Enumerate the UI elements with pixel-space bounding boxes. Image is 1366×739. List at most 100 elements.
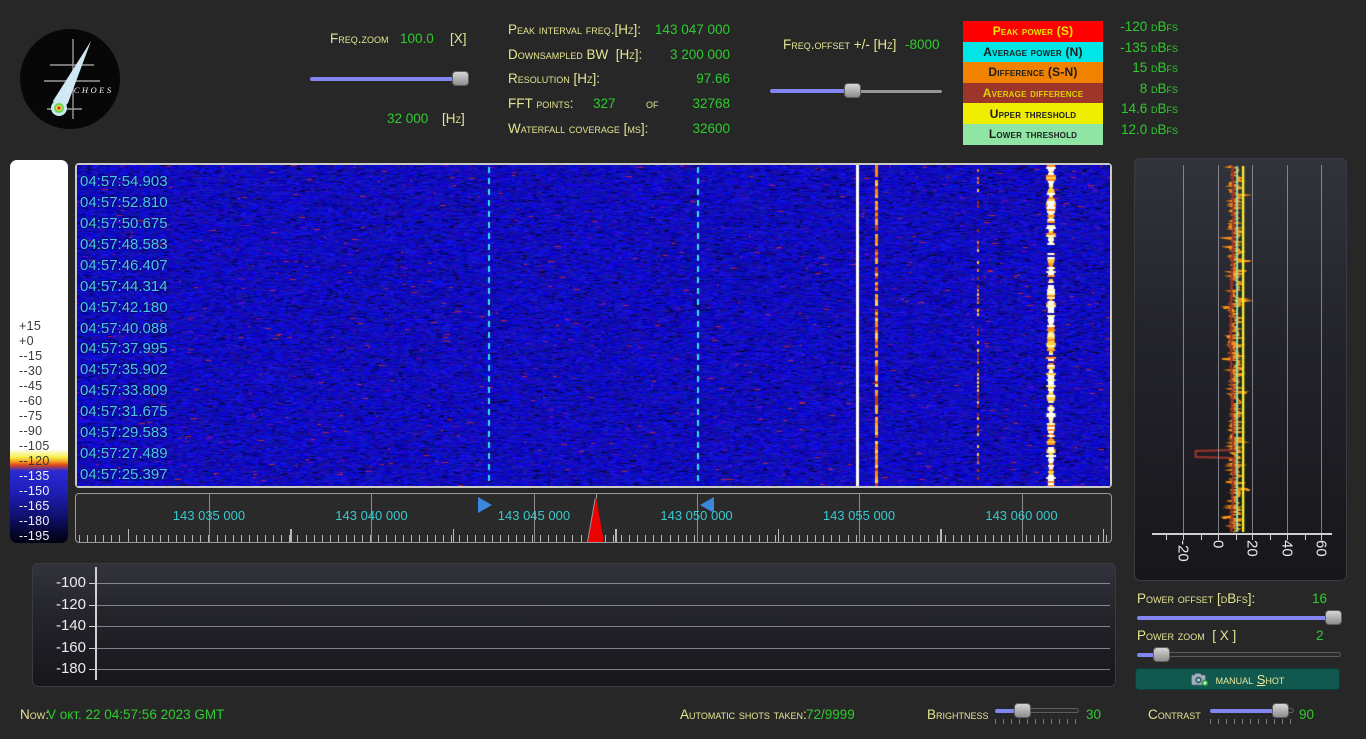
ruler-minor-tick (136, 535, 137, 542)
power-zoom-slider-knob[interactable] (1153, 647, 1170, 662)
manual-shot-label: manual Shot (1216, 672, 1285, 687)
threshold-button-2[interactable]: Difference (S-N) (963, 62, 1103, 83)
info-value-1: 3 200 000 (670, 47, 730, 62)
spectrum-display (1134, 158, 1347, 581)
scale-label-2: --15 (19, 349, 42, 363)
ruler-minor-tick (144, 535, 145, 542)
spectrum-xlabel-2: 20 (1244, 540, 1261, 557)
ruler-minor-tick (985, 535, 986, 542)
ruler-minor-tick (354, 535, 355, 542)
echoes-logo: ECHOES (20, 29, 120, 129)
ruler-minor-tick (767, 535, 768, 542)
ruler-minor-tick (508, 535, 509, 542)
ruler-minor-tick (1098, 535, 1099, 542)
scale-label-6: --75 (19, 409, 42, 423)
contrast-slider-knob[interactable] (1272, 703, 1289, 718)
ruler-minor-tick (378, 535, 379, 542)
waterfall-timestamp-14: 04:57:25.397 (80, 466, 168, 483)
ruler-minor-tick (775, 535, 776, 542)
ruler-minor-tick (475, 535, 476, 542)
freq-offset-value: -8000 (905, 37, 940, 52)
ruler-minor-tick (386, 535, 387, 542)
waterfall-timestamp-7: 04:57:40.088 (80, 320, 168, 337)
now-label: Now: (20, 707, 49, 722)
ruler-minor-tick (184, 535, 185, 542)
echoes-app-window: { "header": { "freq_zoom": {"label":"Fre… (0, 0, 1366, 739)
ruler-medium-tick (615, 529, 617, 542)
ruler-minor-tick (613, 535, 614, 542)
ruler-minor-tick (702, 535, 703, 542)
power-color-scale: +15+0--15--30--45--60--75--90--105--120-… (10, 160, 68, 543)
spectrum-axis-tick (1321, 534, 1322, 540)
manual-shot-button[interactable]: manual Shot (1135, 668, 1340, 690)
ruler-minor-tick (111, 535, 112, 542)
scale-label-11: --150 (19, 484, 50, 498)
contrast-value: 90 (1299, 707, 1314, 722)
spectrum-xlabel-3: 40 (1279, 540, 1296, 557)
ruler-minor-tick (435, 535, 436, 542)
ruler-minor-tick (961, 535, 962, 542)
spectrum-axis-tick (1236, 534, 1237, 540)
freq-offset-slider-knob[interactable] (844, 83, 861, 98)
ruler-minor-tick (1106, 535, 1107, 542)
scale-label-3: --30 (19, 364, 42, 378)
contrast-slider[interactable] (1210, 703, 1293, 719)
ruler-minor-tick (516, 535, 517, 542)
waterfall-timestamp-5: 04:57:44.314 (80, 278, 168, 295)
ruler-minor-tick (920, 535, 921, 542)
freq-zoom-unit: [X] (450, 31, 467, 46)
freq-offset-slider[interactable] (770, 83, 942, 99)
ruler-minor-tick (119, 535, 120, 542)
power-zoom-slider[interactable] (1137, 647, 1340, 663)
scale-label-5: --60 (19, 394, 42, 408)
waterfall-display[interactable] (77, 165, 1110, 486)
ruler-minor-tick (1090, 535, 1091, 542)
power-zoom-value: 2 (1316, 628, 1324, 643)
power-history-gridline (95, 583, 1110, 584)
threshold-button-5[interactable]: Lower threshold (963, 124, 1103, 145)
spectrum-axis-tick (1166, 534, 1167, 540)
ruler-minor-tick (395, 535, 396, 542)
waterfall-timestamp-4: 04:57:46.407 (80, 257, 168, 274)
ruler-medium-tick (1103, 529, 1105, 542)
ruler-minor-tick (605, 535, 606, 542)
threshold-button-1[interactable]: Average power (N) (963, 42, 1103, 63)
ruler-minor-tick (273, 535, 274, 542)
brightness-slider[interactable] (995, 703, 1078, 719)
power-history-gridline (95, 648, 1110, 649)
brightness-slider-knob[interactable] (1014, 703, 1031, 718)
ruler-minor-tick (807, 535, 808, 542)
spectrum-gridline (1252, 165, 1253, 533)
spectrum-gridline (1287, 165, 1288, 533)
power-offset-slider[interactable] (1137, 610, 1340, 626)
auto-shots-value: 72/9999 (806, 707, 855, 722)
ruler-minor-tick (742, 535, 743, 542)
ruler-minor-tick (322, 535, 323, 542)
ruler-label-2: 143 045 000 (498, 508, 570, 523)
freq-zoom-slider[interactable] (310, 71, 468, 87)
ruler-minor-tick (1066, 535, 1067, 542)
ruler-minor-tick (945, 535, 946, 542)
power-offset-slider-knob[interactable] (1325, 610, 1342, 625)
freq-zoom-slider-knob[interactable] (452, 71, 469, 86)
ruler-minor-tick (686, 535, 687, 542)
threshold-button-0[interactable]: Peak power (S) (963, 21, 1103, 42)
threshold-button-4[interactable]: Upper threshold (963, 103, 1103, 124)
spectrum-axis-tick (1252, 534, 1253, 540)
ruler-minor-tick (233, 535, 234, 542)
scale-label-14: --195 (19, 529, 50, 543)
ruler-minor-tick (176, 535, 177, 542)
ruler-minor-tick (1017, 535, 1018, 542)
power-history-gridline (95, 669, 1110, 670)
ruler-minor-tick (823, 535, 824, 542)
power-history-tick (89, 583, 95, 584)
threshold-button-3[interactable]: Average difference (963, 83, 1103, 104)
waterfall-timestamp-8: 04:57:37.995 (80, 340, 168, 357)
waterfall-timestamp-3: 04:57:48.583 (80, 236, 168, 253)
scale-label-1: +0 (19, 334, 34, 348)
power-history-tick (89, 648, 95, 649)
ruler-minor-tick (880, 535, 881, 542)
brightness-label: Brightness (927, 707, 989, 722)
ruler-minor-tick (225, 535, 226, 542)
spectrum-axis-tick (1183, 534, 1184, 540)
